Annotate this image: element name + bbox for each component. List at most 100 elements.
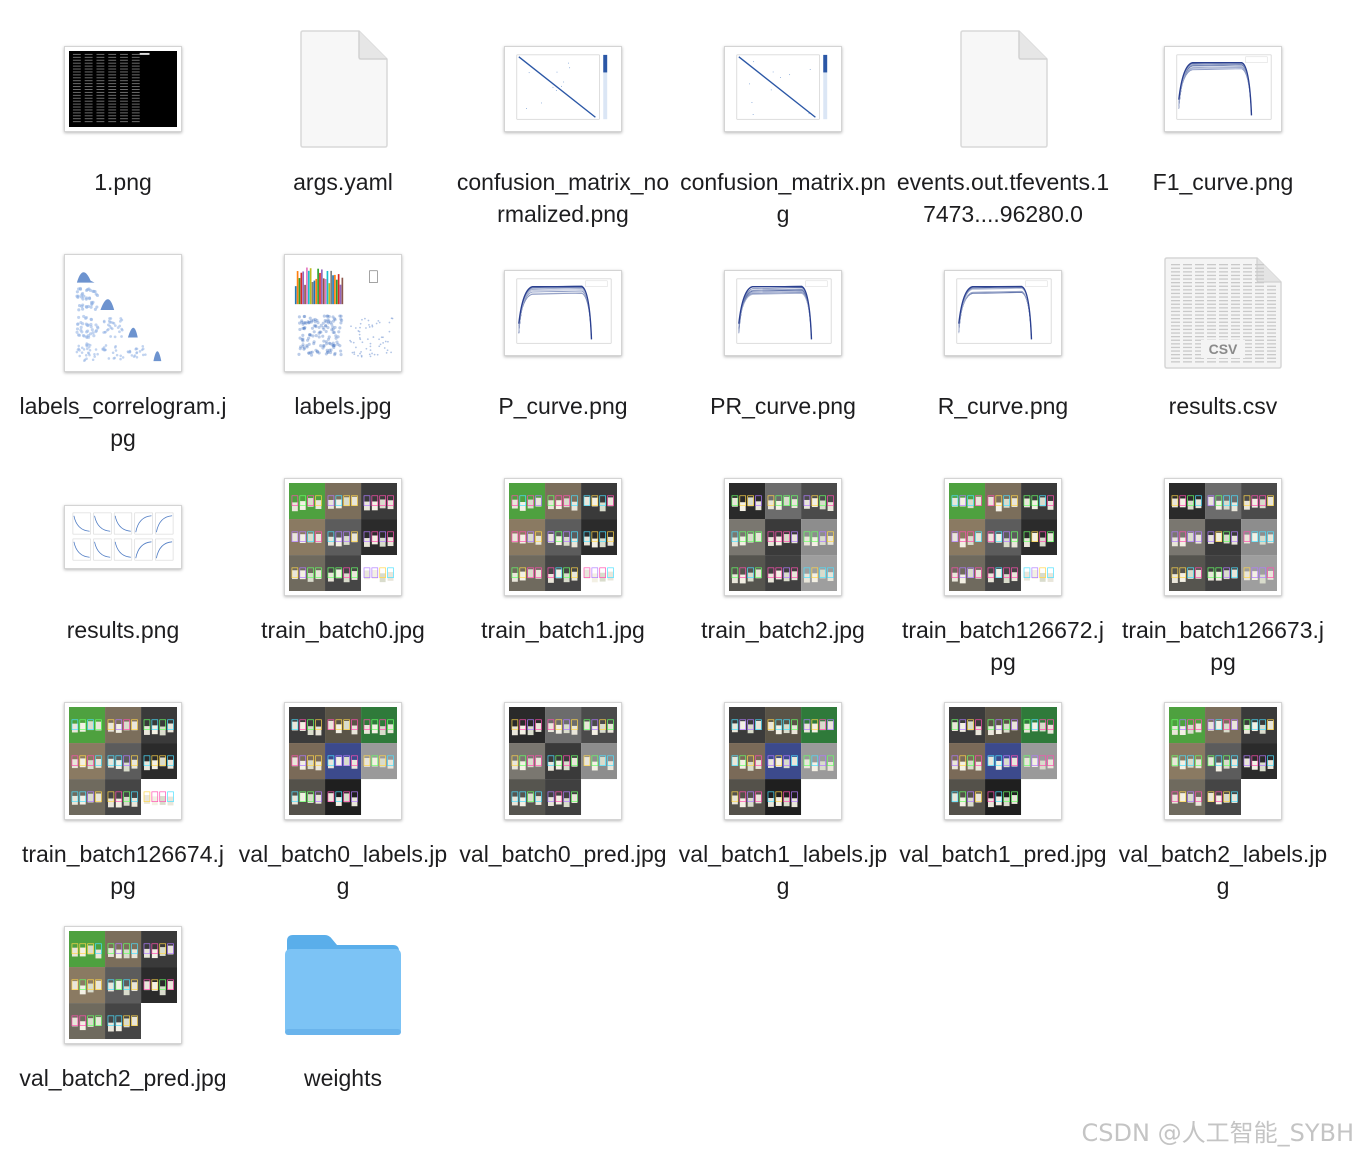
thumbnail-area bbox=[673, 20, 893, 158]
file-name-label: R_curve.png bbox=[937, 393, 1069, 419]
file-item-f1-curve-png[interactable]: F1_curve.png bbox=[1113, 20, 1333, 244]
file-item-events-out-tfevents-17473-96280-0[interactable]: events.out.tfevents.17473....96280.0 bbox=[893, 20, 1113, 244]
file-name-label: weights bbox=[304, 1065, 382, 1091]
file-item-train-batch1-jpg[interactable]: train_batch1.jpg bbox=[453, 468, 673, 692]
file-item-val-batch2-pred-jpg[interactable]: val_batch2_pred.jpg bbox=[13, 916, 233, 1140]
thumbnail-area bbox=[233, 692, 453, 830]
photo-mosaic-preview bbox=[944, 702, 1062, 820]
file-name-label: train_batch126674.jpg bbox=[21, 841, 225, 899]
file-item-1-png[interactable]: 1.png bbox=[13, 20, 233, 244]
thumbnail-area bbox=[13, 20, 233, 158]
thumbnail-area bbox=[453, 20, 673, 158]
csv-file-icon: CSV bbox=[1163, 256, 1283, 370]
file-item-val-batch1-labels-jpg[interactable]: val_batch1_labels.jpg bbox=[673, 692, 893, 916]
file-name-label: confusion_matrix.png bbox=[680, 169, 886, 227]
photo-mosaic-preview bbox=[724, 478, 842, 596]
file-item-r-curve-png[interactable]: R_curve.png bbox=[893, 244, 1113, 468]
thumbnail-area bbox=[13, 916, 233, 1054]
file-name-label: train_batch126673.jpg bbox=[1121, 617, 1325, 675]
thumbnail-area bbox=[1113, 692, 1333, 830]
photo-mosaic-preview bbox=[504, 702, 622, 820]
thumbnail-area bbox=[1113, 468, 1333, 606]
thumbnail-area bbox=[893, 20, 1113, 158]
file-item-args-yaml[interactable]: args.yaml bbox=[233, 20, 453, 244]
file-item-val-batch0-labels-jpg[interactable]: val_batch0_labels.jpg bbox=[233, 692, 453, 916]
file-name-label: PR_curve.png bbox=[710, 393, 856, 419]
file-name-label: events.out.tfevents.17473....96280.0 bbox=[896, 169, 1110, 227]
photo-mosaic-preview bbox=[64, 926, 182, 1044]
file-name-label: val_batch0_labels.jpg bbox=[238, 841, 448, 899]
thumbnail-area bbox=[13, 692, 233, 830]
file-name-label: labels.jpg bbox=[294, 393, 392, 419]
photo-mosaic-preview bbox=[1164, 478, 1282, 596]
thumbnail-area bbox=[453, 468, 673, 606]
photo-mosaic-preview bbox=[504, 478, 622, 596]
document-icon bbox=[957, 29, 1049, 149]
file-name-label: labels_correlogram.jpg bbox=[19, 393, 227, 451]
file-item-val-batch0-pred-jpg[interactable]: val_batch0_pred.jpg bbox=[453, 692, 673, 916]
correlogram-preview bbox=[64, 254, 182, 372]
thumbnail-area bbox=[673, 244, 893, 382]
folder-icon bbox=[283, 933, 403, 1037]
file-item-confusion-matrix-png[interactable]: confusion_matrix.png bbox=[673, 20, 893, 244]
photo-mosaic-preview bbox=[284, 702, 402, 820]
file-item-weights[interactable]: weights bbox=[233, 916, 453, 1140]
matrix-preview bbox=[724, 46, 842, 132]
file-grid: 1.png args.yaml confusion_matrix_normalize… bbox=[13, 20, 1333, 1140]
file-name-label: val_batch1_pred.jpg bbox=[899, 841, 1107, 867]
photo-mosaic-preview bbox=[724, 702, 842, 820]
thumbnail-area bbox=[13, 244, 233, 382]
thumbnail-area bbox=[673, 468, 893, 606]
photo-mosaic-preview bbox=[944, 478, 1062, 596]
file-item-p-curve-png[interactable]: P_curve.png bbox=[453, 244, 673, 468]
thumbnail-area bbox=[233, 916, 453, 1054]
file-item-train-batch126674-jpg[interactable]: train_batch126674.jpg bbox=[13, 692, 233, 916]
file-name-label: confusion_matrix_normalized.png bbox=[456, 169, 670, 227]
file-name-label: train_batch0.jpg bbox=[261, 617, 425, 643]
file-item-train-batch126673-jpg[interactable]: train_batch126673.jpg bbox=[1113, 468, 1333, 692]
file-item-train-batch126672-jpg[interactable]: train_batch126672.jpg bbox=[893, 468, 1113, 692]
file-name-label: results.png bbox=[66, 617, 180, 643]
thumbnail-area bbox=[233, 20, 453, 158]
document-icon bbox=[297, 29, 389, 149]
watermark: CSDN @人工智能_SYBH bbox=[1081, 1119, 1354, 1147]
terminal-preview bbox=[64, 46, 182, 132]
file-item-pr-curve-png[interactable]: PR_curve.png bbox=[673, 244, 893, 468]
file-item-results-csv[interactable]: CSV results.csv bbox=[1113, 244, 1333, 468]
file-name-label: 1.png bbox=[94, 169, 152, 195]
file-name-label: val_batch2_pred.jpg bbox=[19, 1065, 227, 1091]
file-name-label: args.yaml bbox=[293, 169, 393, 195]
thumbnail-area bbox=[893, 692, 1113, 830]
file-item-results-png[interactable]: results.png bbox=[13, 468, 233, 692]
matrix-preview bbox=[504, 46, 622, 132]
thumbnail-area bbox=[453, 692, 673, 830]
thumbnail-area bbox=[13, 468, 233, 606]
file-name-label: val_batch2_labels.jpg bbox=[1118, 841, 1328, 899]
thumbnail-area bbox=[673, 692, 893, 830]
file-name-label: train_batch126672.jpg bbox=[901, 617, 1105, 675]
photo-mosaic-preview bbox=[64, 702, 182, 820]
thumbnail-area bbox=[453, 244, 673, 382]
curve-preview bbox=[944, 270, 1062, 356]
curve-preview bbox=[1164, 46, 1282, 132]
file-item-val-batch1-pred-jpg[interactable]: val_batch1_pred.jpg bbox=[893, 692, 1113, 916]
file-name-label: train_batch1.jpg bbox=[481, 617, 645, 643]
file-name-label: train_batch2.jpg bbox=[701, 617, 865, 643]
file-name-label: val_batch1_labels.jpg bbox=[678, 841, 888, 899]
results-grid-preview bbox=[64, 505, 182, 569]
file-item-train-batch2-jpg[interactable]: train_batch2.jpg bbox=[673, 468, 893, 692]
file-item-confusion-matrix-normalized-png[interactable]: confusion_matrix_normalized.png bbox=[453, 20, 673, 244]
file-name-label: results.csv bbox=[1168, 393, 1278, 419]
thumbnail-area: CSV bbox=[1113, 244, 1333, 382]
file-item-labels-jpg[interactable]: labels.jpg bbox=[233, 244, 453, 468]
file-item-labels-correlogram-jpg[interactable]: labels_correlogram.jpg bbox=[13, 244, 233, 468]
curve-preview bbox=[724, 270, 842, 356]
file-item-train-batch0-jpg[interactable]: train_batch0.jpg bbox=[233, 468, 453, 692]
thumbnail-area bbox=[233, 244, 453, 382]
photo-mosaic-preview bbox=[1164, 702, 1282, 820]
labels-histogram-preview bbox=[284, 254, 402, 372]
thumbnail-area bbox=[893, 468, 1113, 606]
file-item-val-batch2-labels-jpg[interactable]: val_batch2_labels.jpg bbox=[1113, 692, 1333, 916]
thumbnail-area bbox=[233, 468, 453, 606]
file-name-label: F1_curve.png bbox=[1152, 169, 1294, 195]
